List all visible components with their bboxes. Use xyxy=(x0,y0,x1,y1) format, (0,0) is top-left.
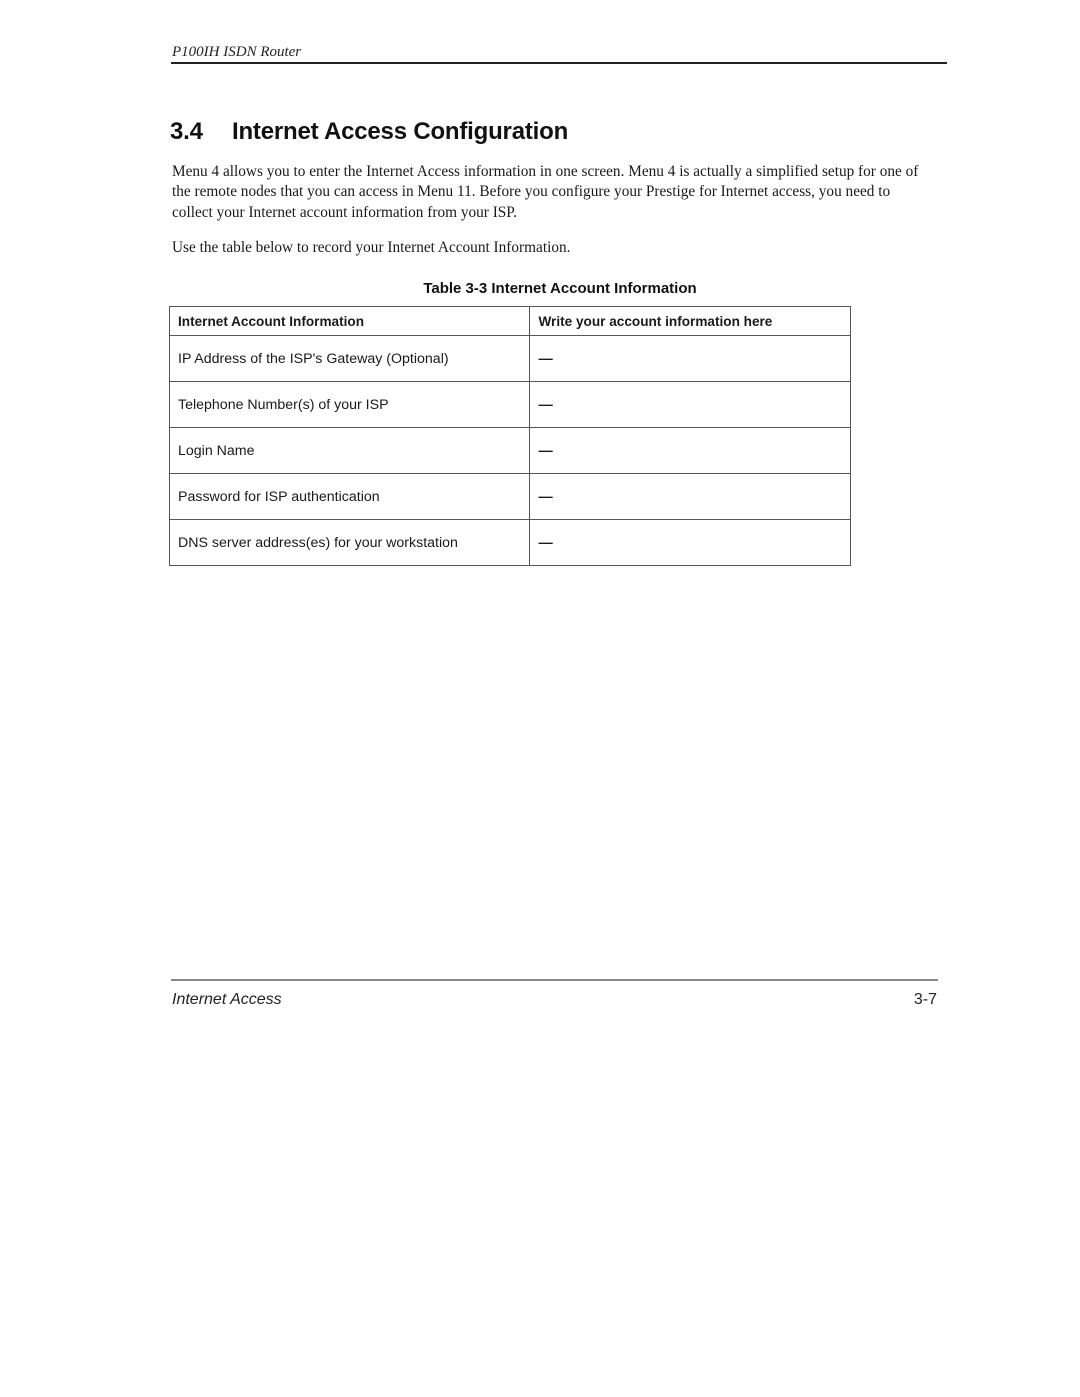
row-value: — xyxy=(529,381,851,428)
row-value: — xyxy=(529,335,851,382)
column-header-info: Internet Account Information xyxy=(168,306,531,336)
row-value: — xyxy=(529,519,851,566)
section-number: 3.4 xyxy=(170,118,203,145)
row-label: Login Name xyxy=(168,427,531,474)
table-caption: Table 3-3 Internet Account Information xyxy=(423,280,697,297)
row-label: DNS server address(es) for your workstat… xyxy=(168,519,531,566)
page-number: 3-7 xyxy=(913,991,937,1008)
header-divider xyxy=(171,62,947,64)
column-header-value: Write your account information here xyxy=(529,306,851,336)
table-row: DNS server address(es) for your workstat… xyxy=(168,519,851,566)
footer-divider xyxy=(171,979,938,981)
row-label: IP Address of the ISP's Gateway (Optiona… xyxy=(168,335,531,382)
section-title: 3.4 Internet Access Configuration xyxy=(170,118,568,146)
table-row: Telephone Number(s) of your ISP — xyxy=(168,381,851,428)
table-row: IP Address of the ISP's Gateway (Optiona… xyxy=(168,335,851,382)
row-label: Telephone Number(s) of your ISP xyxy=(168,381,531,428)
instruction-paragraph: Use the table below to record your Inter… xyxy=(172,239,571,256)
table-row: Password for ISP authentication — xyxy=(168,473,851,520)
footer-chapter: Internet Access xyxy=(172,991,282,1008)
table-row: Login Name — xyxy=(168,427,851,474)
row-value: — xyxy=(529,427,851,474)
section-title-text: Internet Access Configuration xyxy=(232,118,569,145)
internet-account-table: Internet Account Information Write your … xyxy=(168,306,851,566)
row-label: Password for ISP authentication xyxy=(168,473,531,520)
running-header: P100IH ISDN Router xyxy=(172,44,302,60)
row-value: — xyxy=(529,473,851,520)
table-header-row: Internet Account Information Write your … xyxy=(168,306,851,336)
intro-paragraph: Menu 4 allows you to enter the Internet … xyxy=(172,163,919,221)
